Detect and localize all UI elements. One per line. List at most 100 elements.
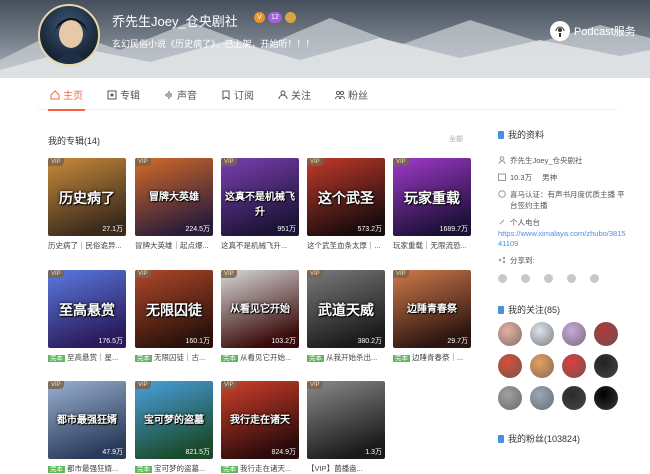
tab-subscribe[interactable]: 订阅 — [209, 80, 266, 109]
album-title-row[interactable]: 这个武圣血条太厚｜... — [307, 240, 385, 251]
album-cover[interactable]: VIP 玩家重载 1689.7万 — [393, 158, 471, 236]
vip-badge: VIP — [221, 158, 237, 166]
album-title-row[interactable]: 完本 至高悬赏｜星... — [48, 352, 126, 363]
album-cover-text: 至高悬赏 — [59, 303, 115, 319]
follow-avatar[interactable] — [530, 354, 554, 378]
album-card[interactable]: VIP 冒牌大英雄 224.5万冒牌大英雄｜起点爆... — [135, 158, 213, 251]
podcast-service-button[interactable]: Podcast服务 — [550, 21, 636, 41]
vip-badge: VIP — [307, 270, 323, 278]
vip-badge: VIP — [393, 158, 409, 166]
album-play-count: 224.5万 — [185, 226, 210, 233]
album-title-row[interactable]: 冒牌大英雄｜起点爆... — [135, 240, 213, 251]
tab-home[interactable]: 主页 — [38, 80, 95, 111]
album-card[interactable]: VIP 至高悬赏 176.5万 完本 至高悬赏｜星... — [48, 270, 126, 363]
station-url-link[interactable]: https://www.ximalaya.com/zhubo/381541109 — [498, 229, 628, 249]
album-play-count: 160.1万 — [185, 338, 210, 345]
profile-avatar[interactable] — [38, 4, 100, 66]
album-title-row[interactable]: 这真不是机械飞升... — [221, 240, 299, 251]
heading-marker-icon — [498, 305, 504, 314]
share-qzone-icon[interactable] — [590, 274, 599, 283]
follow-avatar[interactable] — [594, 386, 618, 410]
album-card[interactable]: VIP 都市最强狂婿 47.9万完本 都市最强狂婿... — [48, 381, 126, 474]
follow-avatar[interactable] — [530, 386, 554, 410]
album-play-count: 380.2万 — [357, 338, 382, 345]
finished-badge: 完本 — [48, 466, 65, 473]
follow-avatar[interactable] — [498, 354, 522, 378]
album-title-row[interactable]: 历史病了｜民俗诡异... — [48, 240, 126, 251]
album-title-row[interactable]: 完本 宝可梦的盗墓... — [135, 463, 213, 474]
tab-fans[interactable]: 粉丝 — [323, 80, 380, 109]
tab-follow[interactable]: 关注 — [266, 80, 323, 109]
follow-avatar[interactable] — [530, 322, 554, 346]
album-cover[interactable]: VIP 宝可梦的盗墓 821.5万 — [135, 381, 213, 459]
share-qq-icon[interactable] — [567, 274, 576, 283]
follow-avatar[interactable] — [562, 386, 586, 410]
follow-avatar[interactable] — [594, 354, 618, 378]
profile-info-title: 我的资料 — [508, 130, 545, 140]
album-title-row[interactable]: 【VIP】菌播盎... — [307, 463, 385, 474]
album-cover[interactable]: VIP 1.3万 — [307, 381, 385, 459]
album-title-row[interactable]: 完本 无限囚徒｜古... — [135, 352, 213, 363]
share-weibo-icon[interactable] — [544, 274, 553, 283]
tab-album[interactable]: 专辑 — [95, 80, 152, 109]
album-cover[interactable]: VIP 我行走在诸天 824.9万 — [221, 381, 299, 459]
album-card[interactable]: VIP 无限囚徒 160.1万完本 无限囚徒｜古... — [135, 270, 213, 363]
vip-badge: VIP — [393, 270, 409, 278]
album-card[interactable]: VIP 玩家重载 1689.7万玩家重载｜无限流恐... — [393, 158, 471, 251]
album-cover[interactable]: VIP 至高悬赏 176.5万 — [48, 270, 126, 348]
album-cover[interactable]: VIP 都市最强狂婿 47.9万 — [48, 381, 126, 459]
album-card[interactable]: VIP 宝可梦的盗墓 821.5万完本 宝可梦的盗墓... — [135, 381, 213, 474]
album-title-row[interactable]: 完本 我行走在诸天... — [221, 463, 299, 474]
album-card[interactable]: VIP 1.3万【VIP】菌播盎... — [307, 381, 385, 474]
album-card[interactable]: VIP 这真不是机械飞升 951万这真不是机械飞升... — [221, 158, 299, 251]
vip-badge: VIP — [135, 158, 151, 166]
album-title: 从我开始杀出... — [326, 353, 378, 362]
album-cover[interactable]: VIP 历史病了 27.1万 — [48, 158, 126, 236]
album-play-count: 1689.7万 — [439, 226, 468, 233]
album-card[interactable]: VIP 这个武圣 573.2万这个武圣血条太厚｜... — [307, 158, 385, 251]
album-title: 无限囚徒｜古... — [154, 353, 206, 362]
album-title: 我行走在诸天... — [240, 464, 292, 473]
album-title-row[interactable]: 完本 从看见它开始... — [221, 352, 299, 363]
album-title: 这个武圣血条太厚｜... — [307, 241, 381, 250]
vip-badge: VIP — [135, 270, 151, 278]
album-cover[interactable]: VIP 这真不是机械飞升 951万 — [221, 158, 299, 236]
album-play-count: 176.5万 — [98, 338, 123, 345]
follow-avatar[interactable] — [594, 322, 618, 346]
link-icon — [499, 219, 505, 225]
vip-badge: VIP — [221, 381, 237, 389]
album-icon — [107, 90, 117, 99]
album-cover[interactable]: VIP 从看见它开始 103.2万 — [221, 270, 299, 348]
album-card[interactable]: VIP 从看见它开始 103.2万完本 从看见它开始... — [221, 270, 299, 363]
album-title-row[interactable]: 完本 边陲青春祭｜... — [393, 352, 471, 363]
album-title-row[interactable]: 完本 从我开始杀出... — [307, 352, 385, 363]
album-title-row[interactable]: 玩家重载｜无限流恐... — [393, 240, 471, 251]
follow-avatar[interactable] — [498, 322, 522, 346]
albums-more-link[interactable]: 全部 — [449, 134, 463, 144]
follow-avatar[interactable] — [562, 322, 586, 346]
album-card[interactable]: VIP 我行走在诸天 824.9万完本 我行走在诸天... — [221, 381, 299, 474]
album-cover-text: 都市最强狂婿 — [57, 415, 117, 426]
album-play-count: 47.9万 — [102, 449, 123, 456]
album-card[interactable]: VIP 武道天威 380.2万完本 从我开始杀出... — [307, 270, 385, 363]
album-cover[interactable]: VIP 这个武圣 573.2万 — [307, 158, 385, 236]
album-title-row[interactable]: 完本 都市最强狂婿... — [48, 463, 126, 474]
sidebar-age: 10.3万 — [510, 173, 533, 182]
tab-sound[interactable]: 声音 — [152, 80, 209, 109]
sidebar-station-row: 个人电台 — [498, 217, 628, 228]
album-cover[interactable]: VIP 无限囚徒 160.1万 — [135, 270, 213, 348]
album-cover[interactable]: VIP 边陲青春祭 29.7万 — [393, 270, 471, 348]
sidebar-share-row: 分享到: — [498, 255, 628, 266]
share-moments-icon[interactable] — [521, 274, 530, 283]
share-wechat-icon[interactable] — [498, 274, 507, 283]
subscribe-icon — [222, 90, 230, 100]
album-cover[interactable]: VIP 武道天威 380.2万 — [307, 270, 385, 348]
follow-avatar[interactable] — [562, 354, 586, 378]
album-cover[interactable]: VIP 冒牌大英雄 224.5万 — [135, 158, 213, 236]
vip-badge: VIP — [48, 381, 64, 389]
finished-badge: 完本 — [307, 355, 324, 362]
follow-avatar[interactable] — [498, 386, 522, 410]
follow-heading: 我的关注(85) — [498, 303, 628, 316]
album-card[interactable]: VIP 边陲青春祭 29.7万完本 边陲青春祭｜... — [393, 270, 471, 363]
album-card[interactable]: VIP 历史病了 27.1万历史病了｜民俗诡异... — [48, 158, 126, 251]
